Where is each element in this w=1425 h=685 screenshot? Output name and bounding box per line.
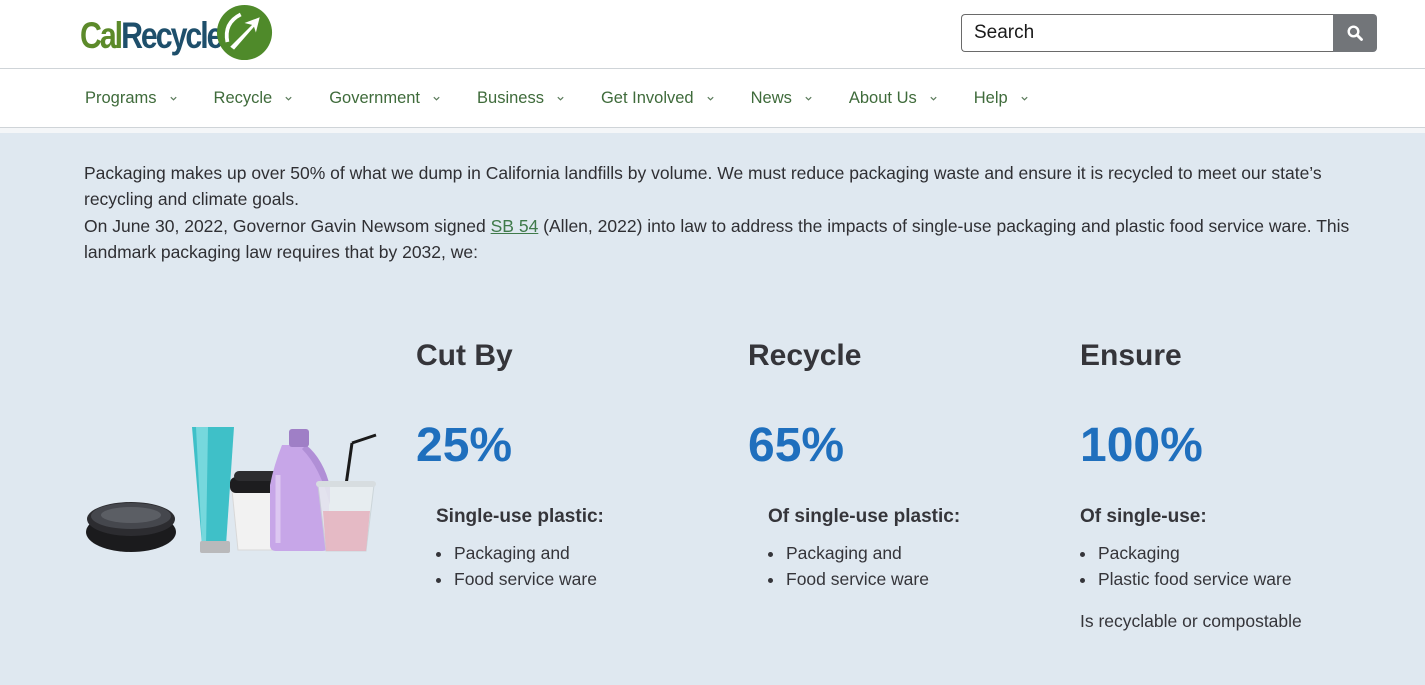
stat-list: Packaging Plastic food service ware <box>1080 540 1400 592</box>
stat-percentage: 100% <box>1080 419 1203 472</box>
nav-item-news[interactable]: News <box>751 89 813 108</box>
search-button[interactable] <box>1333 14 1377 52</box>
chevron-down-icon <box>433 96 440 101</box>
search-input[interactable] <box>961 14 1333 52</box>
sb54-link[interactable]: SB 54 <box>491 216 539 236</box>
intro-paragraph-2: On June 30, 2022, Governor Gavin Newsom … <box>84 215 1350 262</box>
list-item: Food service ware <box>785 566 1068 592</box>
logo-arrow-icon <box>216 4 273 61</box>
nav-label: About Us <box>848 88 917 107</box>
chevron-down-icon <box>285 96 292 101</box>
logo-wordmark: CalRecycle <box>80 14 223 56</box>
nav-item-government[interactable]: Government <box>329 89 441 108</box>
search-form <box>961 14 1377 52</box>
stat-title: Cut By <box>416 339 513 372</box>
nav-label: Recycle <box>213 88 273 107</box>
nav-item-recycle[interactable]: Recycle <box>214 89 294 108</box>
list-item: Packaging and <box>785 540 1068 566</box>
nav-divider <box>0 128 1425 133</box>
nav-item-business[interactable]: Business <box>477 89 565 108</box>
site-header: CalRecycle <box>0 0 1425 69</box>
nav-label: Business <box>477 88 544 107</box>
list-item: Packaging and <box>453 540 736 566</box>
plastic-packaging-illustration <box>86 427 377 553</box>
nav-label: Programs <box>85 88 157 107</box>
nav-label: Government <box>329 88 421 107</box>
nav-item-get-involved[interactable]: Get Involved <box>601 89 715 108</box>
stat-column-recycle: Recycle 65% Of single-use plastic: Packa… <box>748 337 1068 592</box>
stat-list: Packaging and Food service ware <box>436 540 736 592</box>
stat-column-ensure: Ensure 100% Of single-use: Packaging Pla… <box>1080 337 1400 634</box>
stat-note: Is recyclable or compostable <box>1080 611 1302 631</box>
chevron-down-icon <box>557 96 564 101</box>
nav-label: News <box>750 88 792 107</box>
list-item: Plastic food service ware <box>1097 566 1400 592</box>
stat-title: Ensure <box>1080 339 1182 372</box>
stat-percentage: 65% <box>748 419 845 472</box>
intro-paragraph-1: Packaging makes up over 50% of what we d… <box>84 163 1322 210</box>
stat-subtitle: Of single-use: <box>1080 506 1207 527</box>
stat-column-cut: Cut By 25% Single-use plastic: Packaging… <box>416 337 736 592</box>
stat-subtitle: Of single-use plastic: <box>768 506 961 527</box>
intro-text: Packaging makes up over 50% of what we d… <box>84 160 1374 265</box>
chevron-down-icon <box>1021 96 1028 101</box>
nav-label: Get Involved <box>600 88 694 107</box>
stat-title: Recycle <box>748 339 862 372</box>
chevron-down-icon <box>169 96 177 101</box>
chevron-down-icon <box>930 96 937 101</box>
nav-item-help[interactable]: Help <box>974 89 1029 108</box>
chevron-down-icon <box>706 96 714 101</box>
calrecycle-logo[interactable]: CalRecycle <box>80 4 273 62</box>
nav-item-about-us[interactable]: About Us <box>849 89 938 108</box>
nav-label: Help <box>973 88 1008 107</box>
stat-list: Packaging and Food service ware <box>768 540 1068 592</box>
chevron-down-icon <box>805 96 812 101</box>
main-navigation: Programs Recycle Government Business Get… <box>0 69 1425 128</box>
nav-item-programs[interactable]: Programs <box>85 89 178 108</box>
stat-subtitle: Single-use plastic: <box>436 506 604 527</box>
magnifier-icon <box>1347 25 1363 41</box>
list-item: Food service ware <box>453 566 736 592</box>
list-item: Packaging <box>1097 540 1400 566</box>
stat-percentage: 25% <box>416 419 513 472</box>
